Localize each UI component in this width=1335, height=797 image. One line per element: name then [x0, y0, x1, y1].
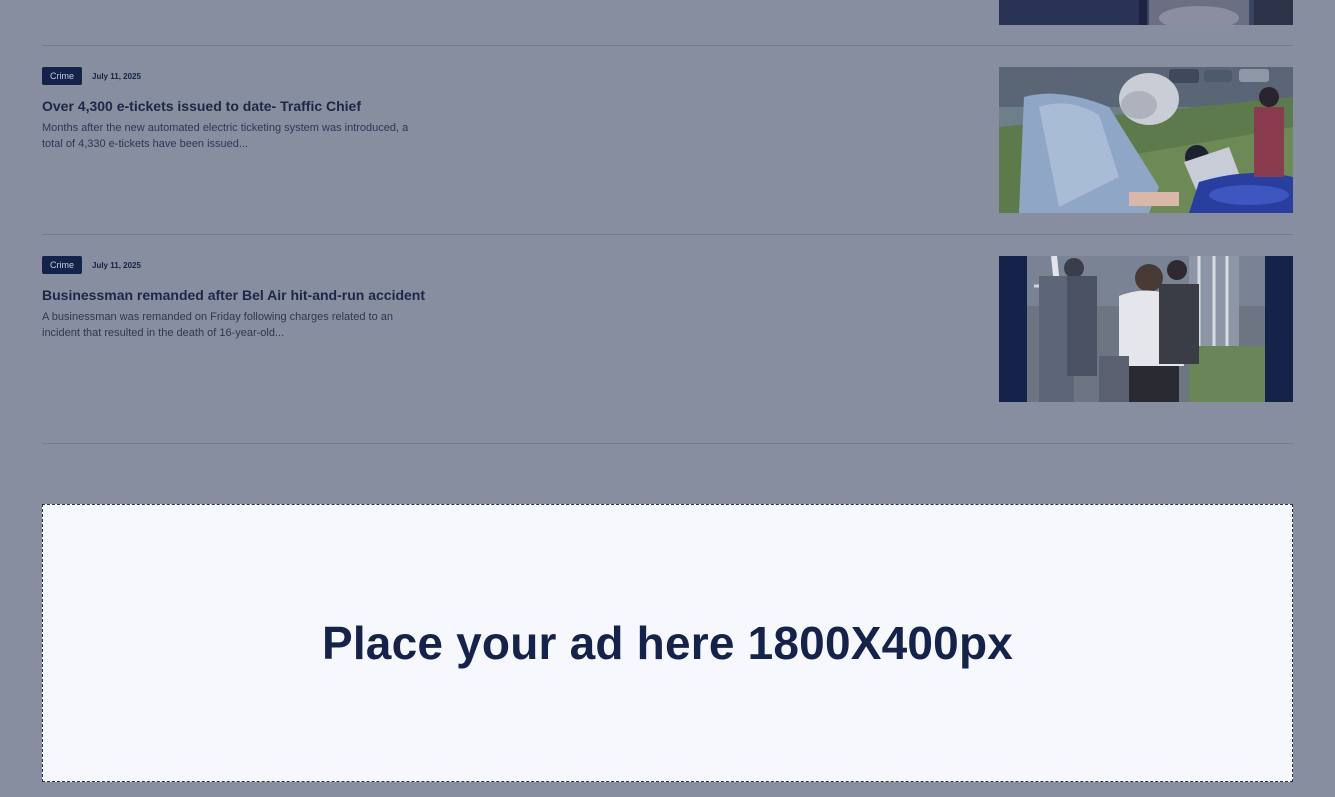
article-divider: [42, 234, 1293, 235]
article-excerpt: A businessman was remanded on Friday fol…: [42, 311, 393, 339]
article-headline[interactable]: Businessman remanded after Bel Air hit-a…: [42, 284, 427, 306]
article-thumbnail[interactable]: [999, 67, 1293, 213]
article-divider: [42, 45, 1293, 46]
article-divider: [42, 443, 1293, 444]
previous-article-thumbnail[interactable]: [999, 0, 1293, 25]
article-date: July 11, 2025: [92, 260, 141, 270]
article-date: July 11, 2025: [92, 71, 141, 81]
article-excerpt: Months after the new automated electric …: [42, 122, 409, 150]
article-item: Crime July 11, 2025 Over 4,300 e-tickets…: [42, 67, 1293, 213]
article-headline[interactable]: Over 4,300 e-tickets issued to date- Tra…: [42, 95, 427, 117]
article-thumbnail[interactable]: [999, 256, 1293, 402]
article-item: Crime July 11, 2025 Businessman remanded…: [42, 256, 1293, 402]
category-badge[interactable]: Crime: [42, 67, 82, 85]
ad-placeholder-banner[interactable]: Place your ad here 1800X400px: [42, 504, 1293, 782]
category-badge[interactable]: Crime: [42, 256, 82, 274]
ad-placeholder-text: Place your ad here 1800X400px: [321, 617, 1014, 669]
